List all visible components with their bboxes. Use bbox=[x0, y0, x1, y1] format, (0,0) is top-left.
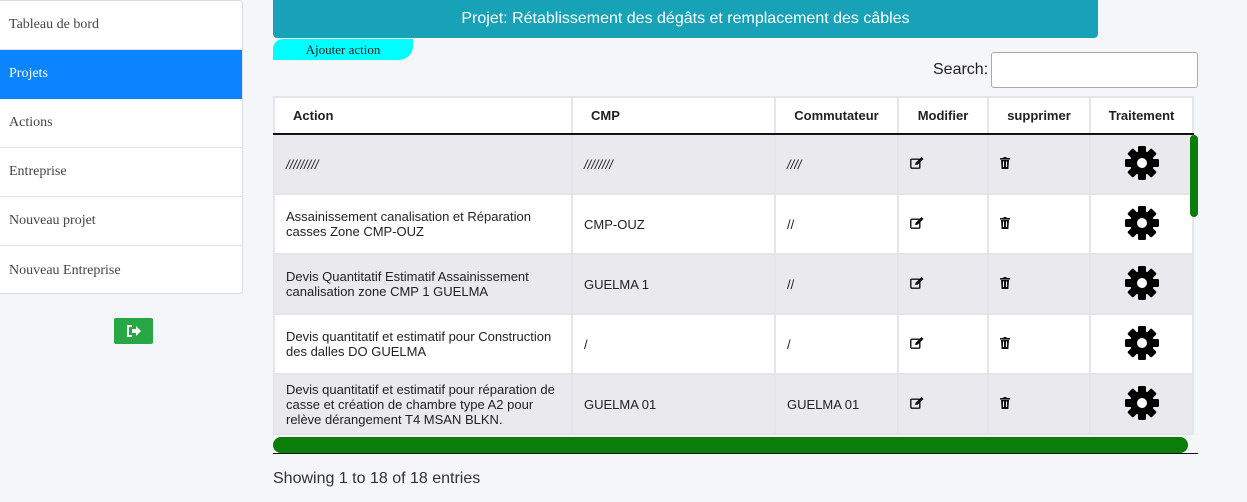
entries-info: Showing 1 to 18 of 18 entries bbox=[273, 470, 481, 487]
table-row: Devis Quantitatif Estimatif Assainisseme… bbox=[273, 253, 1194, 315]
column-header-cmp[interactable]: CMP bbox=[571, 96, 776, 135]
edit-icon[interactable] bbox=[910, 396, 924, 409]
cell-commutateur: GUELMA 01 bbox=[774, 373, 899, 435]
sidebar-item-nouveau-entreprise[interactable]: Nouveau Entreprise bbox=[0, 246, 242, 295]
column-header-supprimer[interactable]: supprimer bbox=[987, 96, 1091, 135]
table-row: ///////// //////// //// bbox=[273, 133, 1194, 195]
cell-supprimer bbox=[987, 253, 1091, 315]
cell-modifier bbox=[897, 313, 989, 375]
logout-button[interactable] bbox=[114, 318, 153, 344]
cell-modifier bbox=[897, 133, 989, 195]
trash-icon[interactable] bbox=[1000, 336, 1010, 349]
cell-action: Assainissement canalisation et Réparatio… bbox=[273, 193, 573, 255]
search-input[interactable] bbox=[991, 52, 1198, 88]
edit-icon[interactable] bbox=[910, 216, 924, 229]
table-row: Devis quantitatif et estimatif pour répa… bbox=[273, 373, 1194, 435]
trash-icon[interactable] bbox=[1000, 216, 1010, 229]
edit-icon[interactable] bbox=[910, 156, 924, 169]
sidebar-item-actions[interactable]: Actions bbox=[0, 99, 242, 148]
cell-commutateur: / bbox=[774, 313, 899, 375]
actions-table: Action CMP Commutateur Modifier supprime… bbox=[273, 96, 1194, 435]
cell-traitement bbox=[1089, 373, 1194, 435]
trash-icon[interactable] bbox=[1000, 156, 1010, 169]
cell-modifier bbox=[897, 373, 989, 435]
actions-table-container: Action CMP Commutateur Modifier supprime… bbox=[273, 96, 1195, 436]
gear-icon[interactable] bbox=[1123, 264, 1161, 302]
cell-modifier bbox=[897, 193, 989, 255]
cell-commutateur: //// bbox=[774, 133, 899, 195]
edit-icon[interactable] bbox=[910, 276, 924, 289]
table-row: Assainissement canalisation et Réparatio… bbox=[273, 193, 1194, 255]
gear-icon[interactable] bbox=[1123, 324, 1161, 362]
cell-supprimer bbox=[987, 193, 1091, 255]
column-header-action[interactable]: Action bbox=[273, 96, 573, 135]
search-label: Search: bbox=[933, 61, 989, 78]
cell-cmp: //////// bbox=[571, 133, 776, 195]
sidebar-item-nouveau-projet[interactable]: Nouveau projet bbox=[0, 197, 242, 246]
cell-cmp: / bbox=[571, 313, 776, 375]
cell-traitement bbox=[1089, 133, 1194, 195]
table-row: Devis quantitatif et estimatif pour Cons… bbox=[273, 313, 1194, 375]
add-action-button[interactable]: Ajouter action bbox=[273, 39, 413, 60]
cell-action: Devis quantitatif et estimatif pour répa… bbox=[273, 373, 573, 435]
cell-supprimer bbox=[987, 373, 1091, 435]
cell-traitement bbox=[1089, 193, 1194, 255]
gear-icon[interactable] bbox=[1123, 204, 1161, 242]
project-title: Projet: Rétablissement des dégâts et rem… bbox=[273, 0, 1098, 38]
sidebar-item-entreprise[interactable]: Entreprise bbox=[0, 148, 242, 197]
cell-action: ///////// bbox=[273, 133, 573, 195]
horizontal-scrollbar[interactable] bbox=[273, 437, 1188, 453]
cell-traitement bbox=[1089, 253, 1194, 315]
column-header-traitement[interactable]: Traitement bbox=[1089, 96, 1194, 135]
cell-supprimer bbox=[987, 133, 1091, 195]
edit-icon[interactable] bbox=[910, 336, 924, 349]
cell-action: Devis quantitatif et estimatif pour Cons… bbox=[273, 313, 573, 375]
cell-commutateur: // bbox=[774, 253, 899, 315]
column-header-commutateur[interactable]: Commutateur bbox=[774, 96, 899, 135]
trash-icon[interactable] bbox=[1000, 276, 1010, 289]
column-header-modifier[interactable]: Modifier bbox=[897, 96, 989, 135]
vertical-scrollbar[interactable] bbox=[1190, 135, 1198, 217]
table-bottom-border bbox=[273, 453, 1198, 454]
cell-cmp: CMP-OUZ bbox=[571, 193, 776, 255]
cell-action: Devis Quantitatif Estimatif Assainisseme… bbox=[273, 253, 573, 315]
sidebar-item-tableau-de-bord[interactable]: Tableau de bord bbox=[0, 1, 242, 50]
cell-supprimer bbox=[987, 313, 1091, 375]
sign-out-icon bbox=[126, 325, 141, 337]
gear-icon[interactable] bbox=[1123, 144, 1161, 182]
sidebar-item-projets[interactable]: Projets bbox=[0, 50, 242, 99]
trash-icon[interactable] bbox=[1000, 396, 1010, 409]
gear-icon[interactable] bbox=[1123, 384, 1161, 422]
cell-cmp: GUELMA 1 bbox=[571, 253, 776, 315]
table-header-row: Action CMP Commutateur Modifier supprime… bbox=[273, 96, 1194, 135]
cell-cmp: GUELMA 01 bbox=[571, 373, 776, 435]
sidebar-nav: Tableau de bord Projets Actions Entrepri… bbox=[0, 0, 243, 294]
cell-modifier bbox=[897, 253, 989, 315]
cell-commutateur: // bbox=[774, 193, 899, 255]
cell-traitement bbox=[1089, 313, 1194, 375]
